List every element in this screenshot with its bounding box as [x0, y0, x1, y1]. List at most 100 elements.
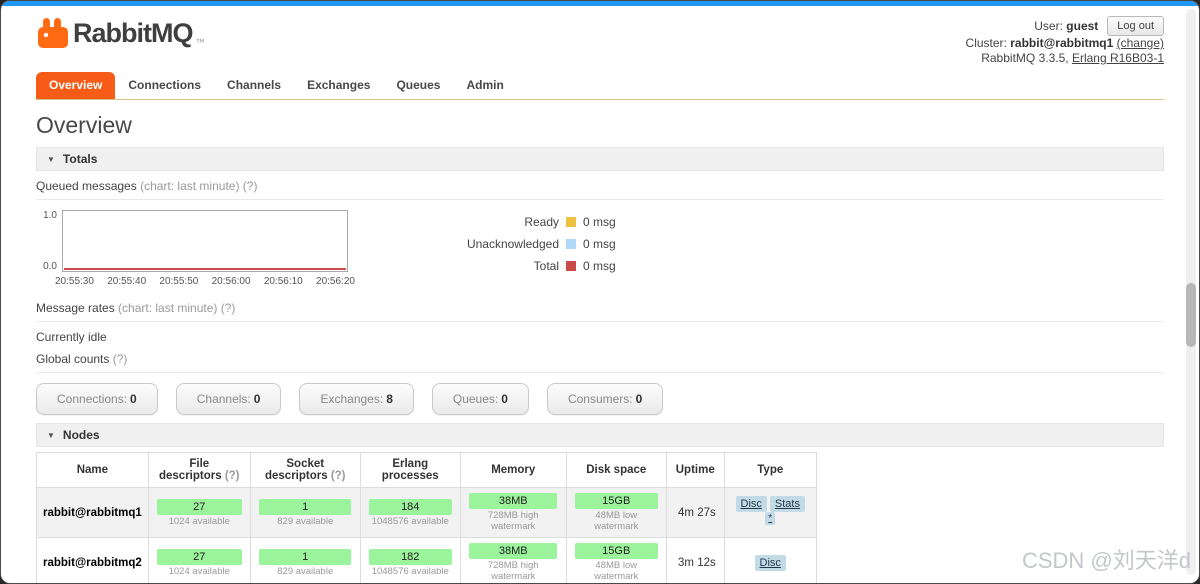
legend-value: 0 msg [583, 215, 616, 229]
tab-queues[interactable]: Queues [383, 72, 453, 99]
main-nav-tabs: Overview Connections Channels Exchanges … [36, 72, 1164, 100]
table-row: rabbit@rabbitmq1 27 1024 available 1 829 a… [36, 487, 817, 538]
cluster-change-link[interactable]: (change) [1117, 36, 1164, 50]
count-label: Connections: [57, 392, 128, 406]
tab-channels[interactable]: Channels [214, 72, 294, 99]
table-row: rabbit@rabbitmq2 27 1024 available 1 829 a… [36, 537, 817, 583]
collapse-triangle-icon: ▼ [47, 430, 55, 440]
memory-cell: 38MB 728MB high watermark [459, 487, 567, 538]
totals-section-header[interactable]: ▼ Totals [36, 147, 1164, 171]
totals-section-title: Totals [62, 152, 98, 166]
col-header-disk-space: Disk space [565, 452, 667, 488]
erlang-version-link[interactable]: Erlang R16B03-1 [1072, 51, 1164, 65]
logout-button[interactable]: Log out [1107, 16, 1164, 36]
count-chip-exchanges: Exchanges: 8 [299, 383, 414, 415]
nodes-table-header-row: Name File descriptors (?) Socket descrip… [36, 452, 817, 488]
socket-descriptors-cell: 1 829 available [249, 487, 361, 538]
tab-connections[interactable]: Connections [115, 72, 214, 99]
chart-plot-area [62, 210, 348, 272]
erlang-processes-cell: 184 1048576 available [359, 487, 461, 538]
col-header-uptime: Uptime [665, 452, 725, 488]
uptime-cell: 3m 12s [665, 537, 725, 583]
meter-sub: 48MB low watermark [594, 510, 639, 532]
meter-bar: 182 [368, 548, 452, 565]
chart-series-line [64, 268, 346, 270]
node-type-badge-disc: Disc [735, 496, 767, 513]
count-value: 0 [130, 392, 137, 406]
type-cell: Disc [723, 537, 817, 583]
global-counts-help-link[interactable]: (?) [113, 352, 128, 366]
y-tick-top: 1.0 [43, 210, 57, 221]
col-header-name: Name [36, 452, 149, 488]
node-name-link[interactable]: rabbit@rabbitmq1 [36, 487, 149, 538]
x-tick: 20:56:10 [263, 276, 303, 287]
nodes-section-header[interactable]: ▼ Nodes [36, 423, 1164, 447]
rabbitmq-logo: RabbitMQ ™ [36, 16, 205, 50]
chart-legend: Ready 0 msg Unacknowledged 0 msg Total 0… [447, 210, 616, 287]
meter-sub: 829 available [277, 515, 334, 527]
chart-y-axis: 1.0 0.0 [36, 210, 62, 272]
meter-sub: 1048576 available [371, 565, 449, 577]
version-line: RabbitMQ 3.3.5, Erlang R16B03-1 [966, 51, 1164, 66]
meter-sub: 728MB high watermark [487, 560, 539, 582]
meter-sub: 1048576 available [371, 515, 449, 527]
cluster-name: rabbit@rabbitmq1 [1010, 36, 1114, 50]
message-rates-label: Message rates [36, 301, 115, 315]
file-descriptors-cell: 27 1024 available [147, 537, 251, 583]
x-tick: 20:56:20 [316, 276, 355, 287]
collapse-triangle-icon: ▼ [47, 154, 55, 164]
legend-item-unacknowledged: Unacknowledged 0 msg [447, 233, 616, 255]
legend-item-total: Total 0 msg [447, 255, 616, 277]
count-chip-queues: Queues: 0 [431, 383, 529, 415]
legend-swatch-ready [566, 217, 576, 227]
node-name-link[interactable]: rabbit@rabbitmq2 [36, 537, 149, 583]
socket-descriptors-cell: 1 829 available [249, 537, 361, 583]
queued-messages-chart: 1.0 0.0 20:55:30 20:55:40 20:55:50 20:56… [36, 210, 1164, 287]
tab-admin[interactable]: Admin [453, 72, 516, 99]
x-tick: 20:55:50 [159, 276, 199, 287]
legend-value: 0 msg [583, 237, 616, 251]
count-label: Queues: [452, 392, 499, 406]
legend-swatch-unacknowledged [566, 239, 576, 249]
count-value: 8 [386, 392, 393, 406]
queued-messages-help-link[interactable]: (?) [243, 179, 258, 193]
message-rates-help-link[interactable]: (?) [221, 301, 236, 315]
scrollbar-track[interactable] [1186, 9, 1196, 575]
disk-space-cell: 15GB 48MB low watermark [565, 537, 667, 583]
x-tick: 20:56:00 [211, 276, 251, 287]
meter-bar: 27 [156, 498, 242, 515]
col-header-erlang-processes: Erlang processes [359, 452, 461, 488]
erlang-processes-cell: 182 1048576 available [359, 537, 461, 583]
scrollbar-thumb[interactable] [1186, 283, 1196, 347]
page-title: Overview [36, 112, 132, 138]
queued-messages-heading: Queued messages (chart: last minute) (?) [36, 171, 1164, 200]
user-label: User: [1034, 18, 1063, 33]
nodes-section-title: Nodes [62, 428, 100, 442]
legend-value: 0 msg [583, 259, 616, 273]
queued-messages-label: Queued messages [36, 179, 137, 193]
rabbitmq-logo-icon [38, 18, 68, 48]
legend-item-ready: Ready 0 msg [447, 211, 616, 233]
count-value: 0 [635, 392, 643, 406]
meter-bar: 15GB [574, 543, 658, 559]
meter-bar: 38MB [469, 493, 558, 509]
count-value: 0 [253, 392, 261, 406]
message-rates-heading: Message rates (chart: last minute) (?) [36, 293, 1164, 322]
meter-sub: 48MB low watermark [594, 560, 639, 582]
tab-exchanges[interactable]: Exchanges [294, 72, 383, 99]
tab-overview[interactable]: Overview [36, 72, 116, 99]
node-type-badge-current: * [765, 512, 776, 526]
cluster-line: Cluster: rabbit@rabbitmq1 (change) [966, 36, 1164, 51]
meter-bar: 27 [156, 548, 242, 565]
file-descriptors-cell: 27 1024 available [147, 487, 251, 538]
app-window: RabbitMQ ™ User: guest Log out Cluster: … [0, 0, 1200, 584]
column-help-link[interactable]: (?) [331, 470, 346, 482]
legend-label: Ready [524, 215, 559, 229]
count-label: Consumers: [567, 392, 633, 406]
rabbitmq-version-text: RabbitMQ 3.3.5, [981, 51, 1069, 65]
meter-sub: 728MB high watermark [487, 510, 539, 532]
column-help-link[interactable]: (?) [225, 470, 240, 482]
meter-bar: 1 [259, 548, 352, 565]
logo-text: RabbitMQ [73, 17, 193, 48]
x-tick: 20:55:40 [107, 276, 147, 287]
